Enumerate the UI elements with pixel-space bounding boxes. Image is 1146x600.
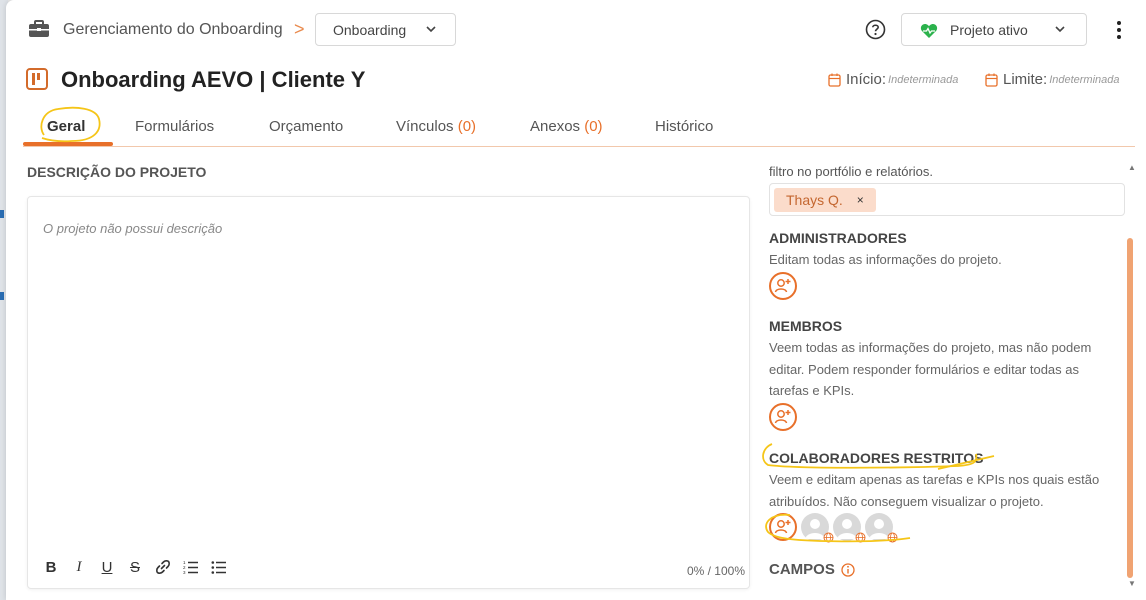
project-modal: Gerenciamento do Onboarding > Onboarding…	[6, 0, 1146, 600]
description-placeholder[interactable]: O projeto não possui descrição	[43, 221, 222, 236]
info-icon[interactable]	[841, 562, 855, 577]
board-select[interactable]: Onboarding	[315, 13, 456, 46]
strikethrough-button[interactable]: S	[126, 558, 144, 576]
restricted-heading: COLABORADORES RESTRITOS	[769, 450, 984, 466]
limit-date-label: Limite:	[1003, 71, 1048, 88]
description-editor[interactable]: O projeto não possui descrição B I U S 1…	[27, 196, 750, 589]
user-chip[interactable]: Thays Q. ×	[774, 188, 876, 212]
description-progress-counter: 0% / 100%	[686, 564, 745, 578]
background-marker	[0, 210, 4, 218]
background-marker	[0, 292, 4, 300]
tab-count-badge: (0)	[457, 118, 477, 135]
calendar-icon	[985, 73, 998, 87]
start-date[interactable]: Início: Indeterminada	[828, 71, 958, 88]
add-user-icon	[774, 279, 791, 293]
description-heading: DESCRIÇÃO DO PROJETO	[27, 164, 207, 180]
active-tab-indicator	[23, 142, 113, 146]
tab-anexos[interactable]: Anexos (0)	[530, 118, 603, 135]
project-status-select[interactable]: Projeto ativo	[901, 13, 1087, 46]
heart-pulse-icon	[920, 24, 938, 38]
add-member-button[interactable]	[769, 403, 797, 431]
link-icon[interactable]	[154, 558, 172, 576]
add-user-icon	[774, 520, 791, 534]
add-user-icon	[774, 410, 791, 424]
project-status-value: Projeto ativo	[950, 21, 1028, 38]
globe-icon	[887, 532, 898, 543]
scrollbar-thumb[interactable]	[1127, 238, 1133, 578]
admins-heading: ADMINISTRADORES	[769, 230, 907, 246]
admins-description: Editam todas as informações do projeto.	[769, 252, 1002, 267]
tab-historico[interactable]: Histórico	[655, 118, 713, 135]
globe-icon	[855, 532, 866, 543]
user-chip-label: Thays Q.	[786, 192, 843, 208]
briefcase-icon	[29, 20, 49, 37]
tab-vinculos[interactable]: Vínculos (0)	[396, 118, 476, 135]
start-date-value: Indeterminada	[888, 73, 959, 86]
breadcrumb-link[interactable]: Gerenciamento do Onboarding	[63, 21, 283, 39]
ordered-list-icon[interactable]: 1 2 3	[182, 558, 200, 576]
editor-toolbar: B I U S 1 2 3	[42, 558, 228, 576]
start-date-label: Início:	[846, 71, 887, 88]
scroll-up-icon[interactable]: ▲	[1128, 163, 1136, 172]
globe-icon	[823, 532, 834, 543]
limit-date[interactable]: Limite: Indeterminada	[985, 71, 1120, 88]
modal-header: Gerenciamento do Onboarding > Onboarding…	[6, 0, 1146, 60]
tab-formularios[interactable]: Formulários	[135, 118, 214, 135]
board-select-value: Onboarding	[333, 21, 407, 38]
calendar-icon	[828, 73, 841, 87]
tab-bar: Geral Formulários Orçamento Vínculos (0)…	[23, 110, 1135, 147]
project-type-icon	[26, 68, 48, 90]
bold-button[interactable]: B	[42, 558, 60, 576]
responsible-select[interactable]: Thays Q. ×	[769, 183, 1125, 216]
chevron-down-icon	[1055, 26, 1065, 33]
bullet-list-icon[interactable]	[210, 558, 228, 576]
italic-button[interactable]: I	[70, 558, 88, 576]
members-heading: MEMBROS	[769, 318, 843, 334]
scroll-down-icon[interactable]: ▼	[1128, 579, 1136, 588]
limit-date-value: Indeterminada	[1049, 73, 1120, 86]
add-admin-button[interactable]	[769, 272, 797, 300]
help-icon[interactable]	[865, 19, 886, 40]
svg-text:3: 3	[183, 570, 186, 575]
tab-count-badge: (0)	[584, 118, 603, 135]
project-title[interactable]: Onboarding AEVO | Cliente Y	[61, 67, 365, 93]
underline-button[interactable]: U	[98, 558, 116, 576]
sidebar-intro-text: filtro no portfólio e relatórios.	[769, 164, 934, 179]
members-description: Veem todas as informações do projeto, ma…	[769, 340, 1092, 398]
tab-geral[interactable]: Geral	[47, 118, 85, 135]
chevron-down-icon	[426, 26, 436, 33]
more-options-icon[interactable]	[1110, 19, 1128, 41]
add-restricted-button[interactable]	[769, 513, 797, 541]
tab-orcamento[interactable]: Orçamento	[269, 118, 343, 135]
restricted-description: Veem e editam apenas as tarefas e KPIs n…	[769, 472, 1100, 509]
project-sidebar: filtro no portfólio e relatórios. Thays …	[769, 160, 1129, 600]
campos-heading: CAMPOS	[769, 561, 855, 578]
close-icon[interactable]: ×	[857, 193, 864, 207]
breadcrumb-separator-icon: >	[294, 19, 305, 39]
